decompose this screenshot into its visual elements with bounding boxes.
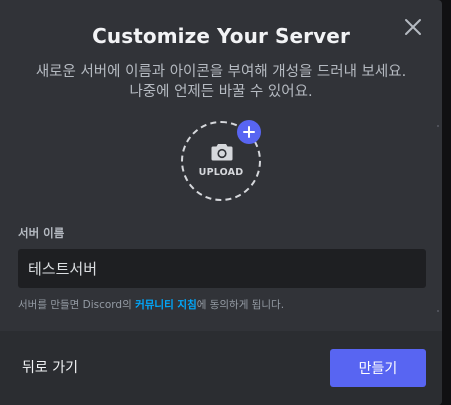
- create-button[interactable]: 만들기: [330, 349, 426, 387]
- backdrop-edge: [441, 0, 451, 405]
- camera-icon: [211, 144, 233, 161]
- server-name-label: 서버 이름: [18, 226, 65, 240]
- plus-badge[interactable]: [237, 120, 261, 144]
- terms-suffix: 에 동의하게 됩니다.: [196, 299, 285, 311]
- modal-title: Customize Your Server: [92, 24, 350, 48]
- create-server-modal: Customize Your Server 새로운 서버에 이름과 아이콘을 부…: [0, 0, 442, 405]
- terms-prefix: 서버를 만들면 Discord의: [18, 299, 136, 311]
- upload-label: UPLOAD: [198, 167, 244, 178]
- server-name-input[interactable]: [18, 249, 426, 288]
- modal-footer: 뒤로 가기 만들기: [0, 331, 442, 405]
- scroll-marker: [437, 125, 439, 127]
- scroll-marker: [437, 310, 439, 312]
- back-button[interactable]: 뒤로 가기: [22, 357, 78, 377]
- upload-icon-button[interactable]: UPLOAD: [181, 120, 261, 201]
- modal-subtitle: 새로운 서버에 이름과 아이콘을 부여해 개성을 드러내 보세요. 나중에 언제…: [35, 64, 407, 100]
- terms-notice: 서버를 만들면 Discord의 커뮤니티 지침에 동의하게 됩니다.: [18, 297, 284, 312]
- community-guidelines-link[interactable]: 커뮤니티 지침: [135, 299, 197, 311]
- plus-icon: [243, 126, 255, 138]
